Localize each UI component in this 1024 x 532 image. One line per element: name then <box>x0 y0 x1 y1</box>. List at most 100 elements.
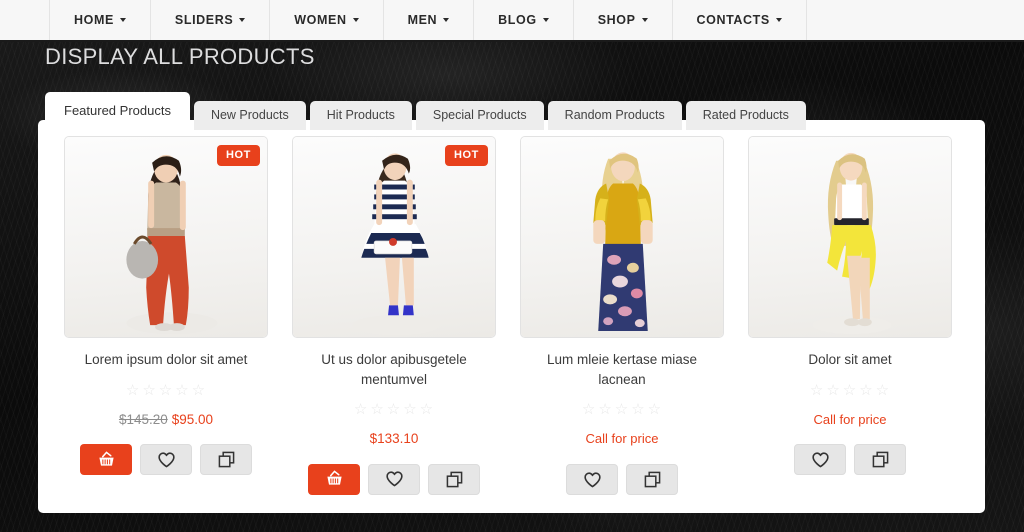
tab-featured-products[interactable]: Featured Products <box>45 92 190 130</box>
chevron-down-icon <box>443 18 450 22</box>
copy-squares-icon <box>218 451 234 468</box>
shopping-basket-icon <box>326 470 342 485</box>
price-row: $145.20 $95.00 <box>119 411 213 429</box>
wishlist-button[interactable] <box>368 463 420 495</box>
product-image[interactable] <box>520 136 724 338</box>
nav-item-women[interactable]: WOMEN <box>270 0 384 40</box>
nav-item-contacts[interactable]: CONTACTS <box>673 0 807 40</box>
add-to-cart-button[interactable] <box>308 463 360 495</box>
product-card: HOT Ut us dolor apibusgetele mentumvel ☆… <box>280 136 508 495</box>
current-price: $133.10 <box>369 431 419 447</box>
nav-item-home[interactable]: HOME <box>50 0 151 40</box>
star-outline-icon: ☆ <box>842 381 858 399</box>
nav-item-shop[interactable]: SHOP <box>574 0 673 40</box>
product-actions <box>794 444 906 476</box>
copy-squares-icon <box>872 452 888 468</box>
star-rating[interactable]: ☆ ☆ ☆ ☆ ☆ <box>354 402 434 417</box>
price-row: Call for price <box>814 411 887 429</box>
nav-label: SHOP <box>597 13 636 27</box>
compare-button[interactable] <box>626 464 678 496</box>
model-illustration-4 <box>812 152 892 335</box>
star-outline-icon: ☆ <box>647 401 663 419</box>
product-image[interactable]: HOT <box>292 136 496 338</box>
star-outline-icon: ☆ <box>175 381 190 399</box>
nav-label: CONTACTS <box>696 13 770 27</box>
wishlist-button[interactable] <box>566 464 618 496</box>
nav-label: MEN <box>407 13 438 27</box>
current-price: Call for price <box>813 411 887 427</box>
product-title[interactable]: Ut us dolor apibusgetele mentumvel <box>294 350 494 389</box>
star-outline-icon: ☆ <box>191 381 207 399</box>
product-image[interactable]: HOT <box>64 136 268 338</box>
products-panel: HOT Lorem ipsum dolor sit amet ☆ ☆ ☆ ☆ ☆… <box>38 120 985 513</box>
compare-button[interactable] <box>200 444 252 476</box>
product-title[interactable]: Lorem ipsum dolor sit amet <box>85 350 248 370</box>
star-outline-icon: ☆ <box>125 381 141 399</box>
page-title: DISPLAY ALL PRODUCTS <box>45 44 315 69</box>
current-price: $95.00 <box>171 411 214 427</box>
model-illustration-3 <box>593 152 653 332</box>
tab-new-products[interactable]: New Products <box>193 100 306 130</box>
star-outline-icon: ☆ <box>353 401 369 419</box>
star-outline-icon: ☆ <box>809 381 825 399</box>
product-photo <box>293 137 495 337</box>
add-to-cart-button[interactable] <box>80 444 132 476</box>
chevron-down-icon <box>775 18 782 22</box>
heart-icon <box>385 471 403 487</box>
tab-random-products[interactable]: Random Products <box>547 100 682 130</box>
wishlist-button[interactable] <box>794 444 846 476</box>
star-outline-icon: ☆ <box>826 381 841 399</box>
nav-label: BLOG <box>498 13 537 27</box>
product-tabs: Featured Products New Products Hit Produ… <box>45 92 806 130</box>
star-outline-icon: ☆ <box>859 381 874 399</box>
copy-squares-icon <box>644 471 660 488</box>
product-photo <box>65 137 267 337</box>
price-row: $133.10 <box>370 430 419 448</box>
product-actions <box>566 464 678 496</box>
product-image[interactable] <box>748 136 952 338</box>
chevron-down-icon <box>239 18 246 22</box>
tab-hit-products[interactable]: Hit Products <box>309 100 412 130</box>
star-rating[interactable]: ☆ ☆ ☆ ☆ ☆ <box>582 402 662 417</box>
star-outline-icon: ☆ <box>598 401 613 419</box>
star-rating[interactable]: ☆ ☆ ☆ ☆ ☆ <box>810 383 890 398</box>
product-card: HOT Lorem ipsum dolor sit amet ☆ ☆ ☆ ☆ ☆… <box>52 136 280 495</box>
nav-item-blog[interactable]: BLOG <box>474 0 574 40</box>
star-outline-icon: ☆ <box>386 401 402 419</box>
old-price: $145.20 <box>118 411 168 427</box>
shopping-basket-icon <box>98 450 114 466</box>
heart-icon <box>583 471 601 487</box>
product-title[interactable]: Lum mleie kertase miase lacnean <box>522 350 722 389</box>
model-illustration-2 <box>352 153 440 336</box>
heart-icon <box>811 452 829 468</box>
wishlist-button[interactable] <box>140 444 192 476</box>
chevron-down-icon <box>352 18 359 22</box>
nav-left-spacer <box>0 0 50 40</box>
current-price: Call for price <box>585 431 659 447</box>
star-outline-icon: ☆ <box>158 381 174 399</box>
heart-icon <box>157 452 175 467</box>
nav-label: WOMEN <box>294 13 347 27</box>
product-actions <box>308 463 480 495</box>
tab-special-products[interactable]: Special Products <box>415 100 544 130</box>
star-outline-icon: ☆ <box>875 381 891 399</box>
nav-item-men[interactable]: MEN <box>384 0 475 40</box>
chevron-down-icon <box>542 18 549 22</box>
product-card: Lum mleie kertase miase lacnean ☆ ☆ ☆ ☆ … <box>508 136 736 496</box>
product-title[interactable]: Dolor sit amet <box>808 350 891 370</box>
star-outline-icon: ☆ <box>581 401 597 419</box>
hot-badge: HOT <box>444 145 488 166</box>
nav-label: HOME <box>74 13 114 27</box>
tab-rated-products[interactable]: Rated Products <box>685 100 806 130</box>
product-grid: HOT Lorem ipsum dolor sit amet ☆ ☆ ☆ ☆ ☆… <box>38 120 985 496</box>
nav-item-sliders[interactable]: SLIDERS <box>151 0 271 40</box>
product-photo <box>521 137 723 337</box>
compare-button[interactable] <box>854 444 906 476</box>
product-photo <box>749 137 951 337</box>
compare-button[interactable] <box>428 463 480 495</box>
chevron-down-icon <box>641 18 648 22</box>
main-navigation: HOME SLIDERS WOMEN MEN BLOG SHOP CONTACT… <box>0 0 1024 42</box>
hot-badge: HOT <box>216 145 260 166</box>
star-rating[interactable]: ☆ ☆ ☆ ☆ ☆ <box>126 383 206 398</box>
model-illustration-1 <box>126 154 218 335</box>
